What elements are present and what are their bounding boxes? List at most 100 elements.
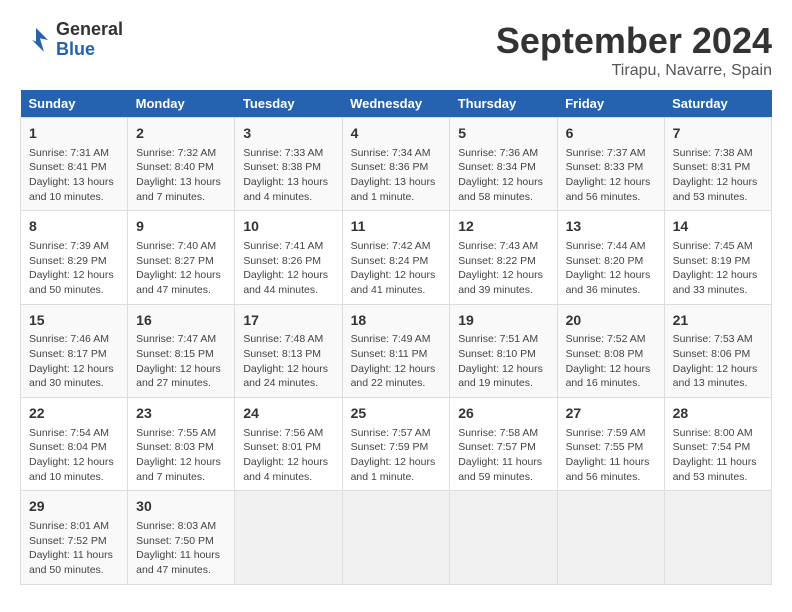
calendar-cell: 6Sunrise: 7:37 AMSunset: 8:33 PMDaylight…: [557, 118, 664, 211]
day-number: 22: [29, 404, 119, 424]
calendar-cell: 12Sunrise: 7:43 AMSunset: 8:22 PMDayligh…: [450, 211, 557, 304]
calendar-cell: 21Sunrise: 7:53 AMSunset: 8:06 PMDayligh…: [664, 304, 771, 397]
calendar-cell: 19Sunrise: 7:51 AMSunset: 8:10 PMDayligh…: [450, 304, 557, 397]
day-number: 24: [243, 404, 333, 424]
month-title: September 2024: [496, 20, 772, 62]
day-info: Sunrise: 7:59 AMSunset: 7:55 PMDaylight:…: [566, 426, 656, 485]
logo-icon: [20, 24, 52, 56]
day-number: 7: [673, 124, 763, 144]
day-info: Sunrise: 7:31 AMSunset: 8:41 PMDaylight:…: [29, 146, 119, 205]
day-info: Sunrise: 7:52 AMSunset: 8:08 PMDaylight:…: [566, 332, 656, 391]
day-info: Sunrise: 7:55 AMSunset: 8:03 PMDaylight:…: [136, 426, 226, 485]
day-number: 9: [136, 217, 226, 237]
day-info: Sunrise: 7:48 AMSunset: 8:13 PMDaylight:…: [243, 332, 333, 391]
calendar-cell: 27Sunrise: 7:59 AMSunset: 7:55 PMDayligh…: [557, 398, 664, 491]
title-block: September 2024 Tirapu, Navarre, Spain: [496, 20, 772, 80]
day-info: Sunrise: 7:38 AMSunset: 8:31 PMDaylight:…: [673, 146, 763, 205]
calendar-cell: 8Sunrise: 7:39 AMSunset: 8:29 PMDaylight…: [21, 211, 128, 304]
day-info: Sunrise: 7:57 AMSunset: 7:59 PMDaylight:…: [351, 426, 442, 485]
calendar-cell: 24Sunrise: 7:56 AMSunset: 8:01 PMDayligh…: [235, 398, 342, 491]
calendar-cell: 14Sunrise: 7:45 AMSunset: 8:19 PMDayligh…: [664, 211, 771, 304]
calendar-cell: 5Sunrise: 7:36 AMSunset: 8:34 PMDaylight…: [450, 118, 557, 211]
calendar-cell: 16Sunrise: 7:47 AMSunset: 8:15 PMDayligh…: [128, 304, 235, 397]
calendar-cell: 13Sunrise: 7:44 AMSunset: 8:20 PMDayligh…: [557, 211, 664, 304]
day-info: Sunrise: 8:00 AMSunset: 7:54 PMDaylight:…: [673, 426, 763, 485]
col-header-sunday: Sunday: [21, 90, 128, 118]
day-number: 10: [243, 217, 333, 237]
calendar-cell: 17Sunrise: 7:48 AMSunset: 8:13 PMDayligh…: [235, 304, 342, 397]
day-number: 4: [351, 124, 442, 144]
calendar-cell: 1Sunrise: 7:31 AMSunset: 8:41 PMDaylight…: [21, 118, 128, 211]
calendar-week-5: 29Sunrise: 8:01 AMSunset: 7:52 PMDayligh…: [21, 491, 772, 584]
calendar-cell: 15Sunrise: 7:46 AMSunset: 8:17 PMDayligh…: [21, 304, 128, 397]
calendar-cell: 3Sunrise: 7:33 AMSunset: 8:38 PMDaylight…: [235, 118, 342, 211]
day-info: Sunrise: 7:32 AMSunset: 8:40 PMDaylight:…: [136, 146, 226, 205]
calendar-cell: 30Sunrise: 8:03 AMSunset: 7:50 PMDayligh…: [128, 491, 235, 584]
day-info: Sunrise: 8:03 AMSunset: 7:50 PMDaylight:…: [136, 519, 226, 578]
calendar-cell: 29Sunrise: 8:01 AMSunset: 7:52 PMDayligh…: [21, 491, 128, 584]
day-number: 26: [458, 404, 548, 424]
day-number: 3: [243, 124, 333, 144]
logo-text: General Blue: [56, 20, 123, 60]
calendar-week-1: 1Sunrise: 7:31 AMSunset: 8:41 PMDaylight…: [21, 118, 772, 211]
day-info: Sunrise: 7:56 AMSunset: 8:01 PMDaylight:…: [243, 426, 333, 485]
day-number: 25: [351, 404, 442, 424]
calendar-cell: [342, 491, 450, 584]
day-info: Sunrise: 8:01 AMSunset: 7:52 PMDaylight:…: [29, 519, 119, 578]
day-number: 8: [29, 217, 119, 237]
day-number: 29: [29, 497, 119, 517]
day-info: Sunrise: 7:36 AMSunset: 8:34 PMDaylight:…: [458, 146, 548, 205]
day-number: 19: [458, 311, 548, 331]
calendar-cell: 28Sunrise: 8:00 AMSunset: 7:54 PMDayligh…: [664, 398, 771, 491]
calendar-cell: 7Sunrise: 7:38 AMSunset: 8:31 PMDaylight…: [664, 118, 771, 211]
calendar-cell: 22Sunrise: 7:54 AMSunset: 8:04 PMDayligh…: [21, 398, 128, 491]
calendar-cell: 25Sunrise: 7:57 AMSunset: 7:59 PMDayligh…: [342, 398, 450, 491]
day-number: 15: [29, 311, 119, 331]
col-header-monday: Monday: [128, 90, 235, 118]
day-number: 21: [673, 311, 763, 331]
page-header: General Blue September 2024 Tirapu, Nava…: [20, 20, 772, 80]
day-info: Sunrise: 7:46 AMSunset: 8:17 PMDaylight:…: [29, 332, 119, 391]
calendar-cell: 9Sunrise: 7:40 AMSunset: 8:27 PMDaylight…: [128, 211, 235, 304]
day-number: 20: [566, 311, 656, 331]
day-number: 12: [458, 217, 548, 237]
calendar-cell: 18Sunrise: 7:49 AMSunset: 8:11 PMDayligh…: [342, 304, 450, 397]
day-info: Sunrise: 7:42 AMSunset: 8:24 PMDaylight:…: [351, 239, 442, 298]
calendar-week-4: 22Sunrise: 7:54 AMSunset: 8:04 PMDayligh…: [21, 398, 772, 491]
day-number: 11: [351, 217, 442, 237]
day-info: Sunrise: 7:34 AMSunset: 8:36 PMDaylight:…: [351, 146, 442, 205]
calendar-cell: 2Sunrise: 7:32 AMSunset: 8:40 PMDaylight…: [128, 118, 235, 211]
day-info: Sunrise: 7:37 AMSunset: 8:33 PMDaylight:…: [566, 146, 656, 205]
calendar-cell: 4Sunrise: 7:34 AMSunset: 8:36 PMDaylight…: [342, 118, 450, 211]
calendar-week-3: 15Sunrise: 7:46 AMSunset: 8:17 PMDayligh…: [21, 304, 772, 397]
col-header-wednesday: Wednesday: [342, 90, 450, 118]
day-info: Sunrise: 7:40 AMSunset: 8:27 PMDaylight:…: [136, 239, 226, 298]
calendar-cell: [450, 491, 557, 584]
day-info: Sunrise: 7:41 AMSunset: 8:26 PMDaylight:…: [243, 239, 333, 298]
day-number: 13: [566, 217, 656, 237]
logo: General Blue: [20, 20, 123, 60]
col-header-tuesday: Tuesday: [235, 90, 342, 118]
day-number: 23: [136, 404, 226, 424]
day-number: 6: [566, 124, 656, 144]
col-header-thursday: Thursday: [450, 90, 557, 118]
calendar-cell: 20Sunrise: 7:52 AMSunset: 8:08 PMDayligh…: [557, 304, 664, 397]
day-number: 28: [673, 404, 763, 424]
day-number: 1: [29, 124, 119, 144]
calendar-cell: [664, 491, 771, 584]
day-info: Sunrise: 7:54 AMSunset: 8:04 PMDaylight:…: [29, 426, 119, 485]
day-info: Sunrise: 7:45 AMSunset: 8:19 PMDaylight:…: [673, 239, 763, 298]
day-info: Sunrise: 7:39 AMSunset: 8:29 PMDaylight:…: [29, 239, 119, 298]
day-info: Sunrise: 7:47 AMSunset: 8:15 PMDaylight:…: [136, 332, 226, 391]
day-number: 18: [351, 311, 442, 331]
day-info: Sunrise: 7:33 AMSunset: 8:38 PMDaylight:…: [243, 146, 333, 205]
day-info: Sunrise: 7:53 AMSunset: 8:06 PMDaylight:…: [673, 332, 763, 391]
calendar-cell: 10Sunrise: 7:41 AMSunset: 8:26 PMDayligh…: [235, 211, 342, 304]
day-number: 14: [673, 217, 763, 237]
day-info: Sunrise: 7:51 AMSunset: 8:10 PMDaylight:…: [458, 332, 548, 391]
calendar-cell: [235, 491, 342, 584]
day-number: 5: [458, 124, 548, 144]
day-number: 30: [136, 497, 226, 517]
calendar-cell: [557, 491, 664, 584]
day-number: 17: [243, 311, 333, 331]
